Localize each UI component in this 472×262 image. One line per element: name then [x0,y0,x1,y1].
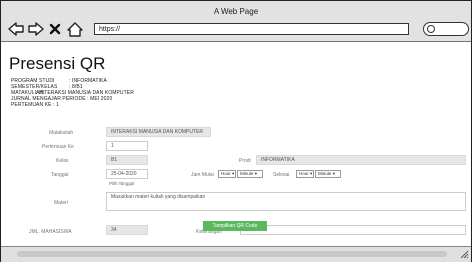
window-title: A Web Page [213,7,259,16]
select-value: Hour [299,171,309,176]
info-key: PERTEMUAN KE [11,102,52,108]
matakuliah-field: INTERAKSI MANUSIA DAN KOMPUTER [106,127,211,137]
keterangan-field[interactable] [240,225,466,235]
title-bar: A Web Page https:// [1,1,471,42]
jumlah-mahasiswa-label: JML. MAHASISWA [29,229,72,235]
page-title: Presensi QR [9,54,106,73]
prodi-field: INFORMATIKA [256,155,466,165]
page-content: Presensi QR PROGRAM STUDI: INFORMATIKA S… [1,42,471,246]
resize-grip-icon[interactable] [459,249,469,259]
kelas-label: Kelas [56,158,69,164]
home-icon[interactable] [65,21,85,37]
search-box[interactable] [423,22,469,36]
horizontal-scrollbar[interactable] [1,246,471,262]
selesai-hour-select[interactable]: Hour ▾ [296,170,314,178]
materi-label: Materi [54,200,68,206]
show-qr-button[interactable]: Tampilkan QR Code [203,221,267,231]
jam-mulai-hour-select[interactable]: Hour ▾ [218,170,236,178]
forward-arrow-icon[interactable] [27,21,45,37]
selesai-label: Selesai [273,172,290,178]
back-arrow-icon[interactable] [7,21,25,37]
pertemuan-field[interactable]: 1 [106,141,148,151]
select-value: Hour [221,171,231,176]
select-value: Minute [240,171,254,176]
tanggal-label: Tanggal [51,172,69,178]
materi-textarea[interactable]: Masukkan materi kuliah yang disampaikan [106,192,466,211]
matakuliah-label: Matakuliah [49,130,74,136]
kelas-field: B1 [106,155,148,165]
scrollbar-thumb[interactable] [17,251,447,257]
close-icon[interactable] [47,21,63,37]
pertemuan-label: Pertemuan Ke [42,144,74,150]
jumlah-mahasiswa-field: 34 [106,225,148,235]
search-icon [427,25,435,33]
jam-mulai-minute-select[interactable]: Minute ▾ [237,170,263,178]
selesai-minute-select[interactable]: Minute ▾ [315,170,341,178]
info-value: : MEI 2020 [87,96,113,102]
prodi-label: Prodi [239,158,251,164]
select-value: Minute [318,171,332,176]
tanggal-field[interactable]: 25-04-2020 [106,169,148,179]
info-value: : 1 [53,102,59,108]
tanggal-hint: Pilih Tanggal [109,181,135,186]
url-input[interactable]: https:// [94,23,409,35]
info-pertemuan: PERTEMUAN KE : 1 [11,102,59,108]
jam-mulai-label: Jam Mulai [191,172,214,178]
browser-window: A Web Page https:// Presensi QR PROGRAM … [0,0,472,262]
